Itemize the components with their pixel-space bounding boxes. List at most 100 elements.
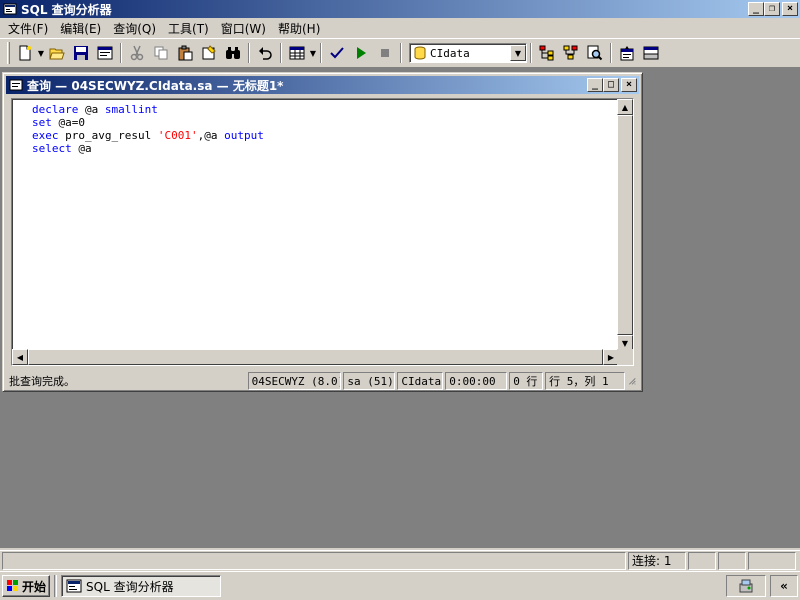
find-icon — [226, 47, 240, 59]
chevron-down-icon[interactable]: ▼ — [510, 45, 526, 61]
query-minimize-button[interactable]: _ — [587, 78, 603, 92]
execute-button[interactable] — [350, 42, 372, 64]
menu-tools[interactable]: 工具(T) — [162, 20, 215, 37]
app-status-pane — [748, 551, 796, 570]
properties-button[interactable] — [616, 42, 638, 64]
undo-icon — [259, 47, 272, 60]
code-line[interactable]: exec pro_avg_resul 'C001',@a output — [32, 129, 264, 142]
new-query-dropdown-icon[interactable]: ▼ — [37, 49, 45, 58]
status-user: sa (51) — [343, 372, 396, 390]
object-browser-icon — [539, 45, 554, 61]
query-code[interactable]: declare @a smallint set @a=0 exec pro_avg_… — [32, 103, 264, 155]
database-icon — [414, 46, 426, 60]
code-keyword: select — [32, 142, 72, 155]
code-keyword: output — [224, 129, 264, 142]
query-status-bar: 批查询完成。 04SECWYZ (8.0) sa (51) CIdata 0:0… — [6, 372, 639, 390]
new-query-button[interactable] — [14, 42, 36, 64]
code-text: @a — [78, 103, 105, 116]
toolbar-separator — [120, 43, 122, 63]
query-editor[interactable]: declare @a smallint set @a=0 exec pro_avg_… — [11, 98, 634, 366]
find-button[interactable] — [222, 42, 244, 64]
show-results-button[interactable] — [640, 42, 662, 64]
start-button[interactable]: 开始 — [2, 575, 50, 597]
code-line[interactable]: declare @a smallint — [32, 103, 264, 116]
stop-button[interactable] — [374, 42, 396, 64]
horizontal-scroll-thumb[interactable] — [28, 349, 603, 365]
menu-bar: 文件(F) 编辑(E) 查询(Q) 工具(T) 窗口(W) 帮助(H) — [0, 18, 800, 38]
menu-window[interactable]: 窗口(W) — [215, 20, 272, 37]
save-button[interactable] — [70, 42, 92, 64]
query-window-title-bar[interactable]: 查询 — 04SECWYZ.CIdata.sa — 无标题1* _ □ × — [6, 76, 639, 94]
clear-window-button[interactable] — [198, 42, 220, 64]
vertical-scroll-thumb[interactable] — [617, 115, 633, 335]
cut-icon — [130, 45, 144, 61]
menu-query[interactable]: 查询(Q) — [107, 20, 162, 37]
toolbar-separator — [320, 43, 322, 63]
tray-expand-button[interactable]: « — [770, 575, 798, 597]
results-grid-icon — [289, 46, 305, 60]
query-close-button[interactable]: × — [621, 78, 637, 92]
results-grid-dropdown-icon[interactable]: ▼ — [309, 49, 317, 58]
toolbar-grip[interactable] — [7, 42, 10, 64]
scroll-up-button[interactable]: ▲ — [617, 99, 633, 115]
query-maximize-button[interactable]: □ — [603, 78, 619, 92]
app-status-pane — [718, 551, 746, 570]
status-database: CIdata — [397, 372, 444, 390]
stop-icon — [381, 49, 389, 57]
taskbar-item-query-analyzer[interactable]: SQL 查询分析器 — [61, 575, 221, 597]
properties-icon — [620, 46, 634, 61]
code-line[interactable]: set @a=0 — [32, 116, 264, 129]
close-button[interactable]: × — [782, 2, 798, 16]
load-template-icon — [97, 46, 113, 60]
query-analyzer-icon — [3, 3, 17, 15]
code-text: ,@a — [197, 129, 225, 142]
execution-plan-button[interactable] — [584, 42, 606, 64]
toolbar: ▼ ▼ CIdata ▼ — [0, 38, 800, 68]
app-title-bar[interactable]: SQL 查询分析器 _ ❐ × — [0, 0, 800, 18]
scroll-left-button[interactable]: ◀ — [12, 349, 28, 365]
results-grid-button[interactable] — [286, 42, 308, 64]
menu-help[interactable]: 帮助(H) — [272, 20, 326, 37]
show-results-icon — [643, 46, 659, 60]
sql-server-tray-icon[interactable] — [738, 578, 754, 594]
copy-icon — [154, 46, 168, 60]
toolbar-separator — [280, 43, 282, 63]
minimize-button[interactable]: _ — [748, 2, 764, 16]
code-line[interactable]: select @a — [32, 142, 264, 155]
save-icon — [74, 46, 88, 60]
execution-plan-icon — [587, 45, 603, 61]
menu-edit[interactable]: 编辑(E) — [54, 20, 107, 37]
toolbar-separator — [248, 43, 250, 63]
code-text: @a=0 — [51, 116, 85, 129]
database-select[interactable]: CIdata ▼ — [409, 43, 527, 63]
paste-icon — [178, 45, 193, 61]
clear-window-icon — [202, 45, 216, 60]
taskbar-grip[interactable] — [54, 575, 57, 597]
resize-grip-icon[interactable] — [625, 372, 639, 390]
app-status-message — [2, 551, 626, 570]
undo-button[interactable] — [254, 42, 276, 64]
taskbar-item-label: SQL 查询分析器 — [86, 579, 174, 594]
status-rows: 0 行 — [509, 372, 544, 390]
horizontal-scrollbar[interactable]: ◀ ▶ — [12, 349, 619, 365]
system-tray — [726, 575, 766, 597]
query-window-icon — [9, 79, 23, 91]
paste-button[interactable] — [174, 42, 196, 64]
cut-button[interactable] — [126, 42, 148, 64]
object-search-icon — [563, 45, 578, 60]
status-server: 04SECWYZ (8.0) — [247, 372, 342, 390]
parse-button[interactable] — [326, 42, 348, 64]
database-select-value: CIdata — [430, 46, 470, 60]
restore-button[interactable]: ❐ — [764, 2, 780, 16]
object-browser-button[interactable] — [536, 42, 558, 64]
object-search-button[interactable] — [560, 42, 582, 64]
query-window[interactable]: 查询 — 04SECWYZ.CIdata.sa — 无标题1* _ □ × de… — [2, 72, 643, 392]
copy-button[interactable] — [150, 42, 172, 64]
menu-file[interactable]: 文件(F) — [2, 20, 54, 37]
query-window-title: 查询 — 04SECWYZ.CIdata.sa — 无标题1* — [27, 78, 284, 93]
code-keyword: exec — [32, 129, 59, 142]
code-keyword: declare — [32, 103, 79, 116]
load-template-button[interactable] — [94, 42, 116, 64]
vertical-scrollbar[interactable]: ▲ ▼ — [617, 99, 633, 351]
open-button[interactable] — [46, 42, 68, 64]
